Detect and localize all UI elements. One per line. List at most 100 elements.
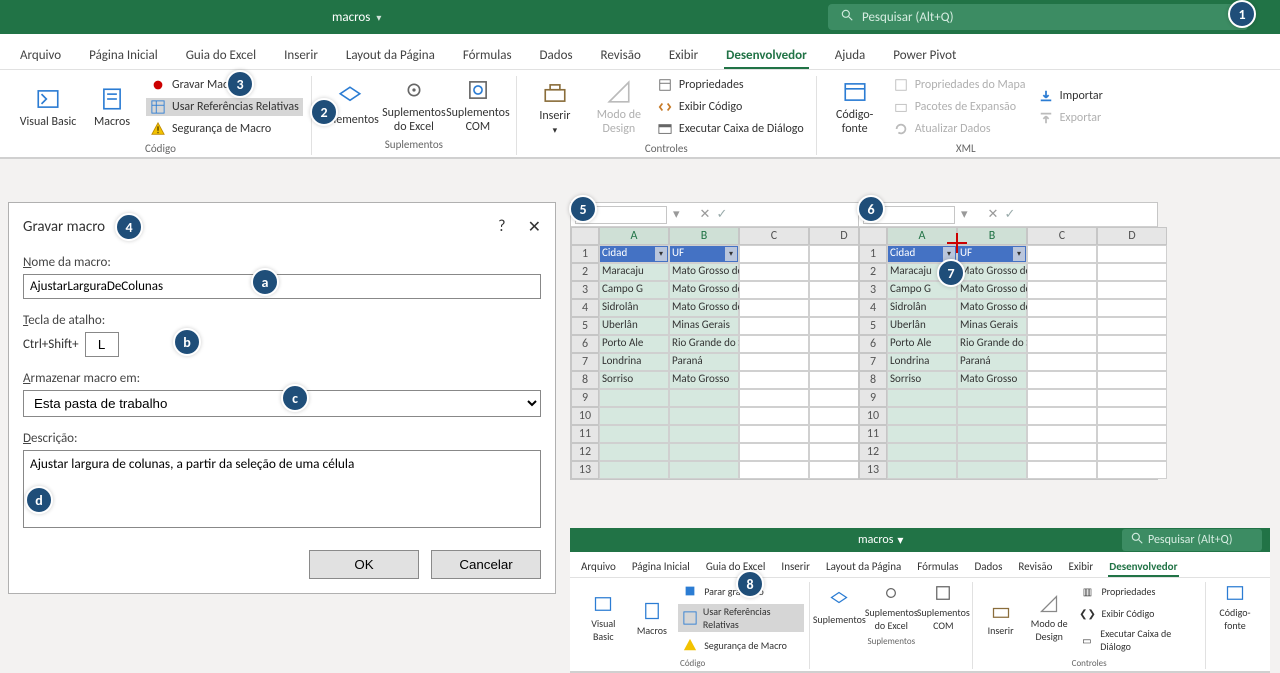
cell[interactable] (739, 371, 809, 389)
tab-formulas[interactable]: Fórmulas (461, 44, 514, 69)
mini-exibir-codigo-button[interactable]: ❮❯Exibir Código (1075, 604, 1200, 622)
row-header[interactable]: 10 (859, 407, 887, 425)
workbook-name[interactable]: macros ▾ (332, 10, 381, 25)
row-header[interactable]: 8 (859, 371, 887, 389)
codigo-fonte-button[interactable]: Código-fonte (825, 78, 885, 136)
cell[interactable]: Minas Gerais (669, 317, 739, 335)
cell[interactable] (1027, 389, 1097, 407)
row-header[interactable]: 3 (859, 281, 887, 299)
row-header[interactable]: 9 (859, 389, 887, 407)
cell[interactable] (669, 461, 739, 479)
row-header[interactable]: 1 (571, 245, 599, 263)
cell[interactable] (1027, 335, 1097, 353)
cell[interactable] (739, 461, 809, 479)
cell[interactable] (887, 425, 957, 443)
row-header[interactable]: 11 (859, 425, 887, 443)
close-button[interactable]: ✕ (528, 217, 541, 237)
cell[interactable] (1027, 371, 1097, 389)
cell[interactable]: Porto Ale (887, 335, 957, 353)
row-header[interactable]: 9 (571, 389, 599, 407)
mini-seguranca-button[interactable]: Segurança de Macro (678, 636, 804, 654)
mini-tab-layout[interactable]: Layout da Página (825, 558, 902, 577)
mini-tab-revisao[interactable]: Revisão (1017, 558, 1053, 577)
cell[interactable]: Londrina (887, 353, 957, 371)
cell[interactable]: UF▾ (669, 245, 739, 263)
cell[interactable]: Sidrolân (887, 299, 957, 317)
mini-tab-desenvolvedor[interactable]: Desenvolvedor (1108, 558, 1178, 577)
cell[interactable] (1027, 281, 1097, 299)
cell[interactable] (1097, 263, 1167, 281)
cell[interactable]: Sorriso (887, 371, 957, 389)
cell[interactable]: Uberlân (887, 317, 957, 335)
cell[interactable] (1027, 461, 1097, 479)
cell[interactable] (739, 425, 809, 443)
cell[interactable] (739, 299, 809, 317)
cell[interactable] (599, 443, 669, 461)
cell[interactable] (1097, 353, 1167, 371)
cell[interactable] (1097, 281, 1167, 299)
cell[interactable] (669, 443, 739, 461)
cell[interactable] (957, 407, 1027, 425)
mini-codigo-fonte-button[interactable]: Código-fonte (1211, 582, 1259, 632)
cell[interactable] (739, 335, 809, 353)
column-header[interactable]: A (599, 227, 669, 245)
column-header[interactable]: D (1097, 227, 1167, 245)
row-header[interactable]: 3 (571, 281, 599, 299)
row-header[interactable]: 10 (571, 407, 599, 425)
filter-dropdown-icon[interactable]: ▾ (725, 247, 737, 261)
cell[interactable]: Mato Grosso (669, 371, 739, 389)
mini-executar-button[interactable]: ▭Executar Caixa de Diálogo (1075, 626, 1200, 654)
cell[interactable] (599, 425, 669, 443)
formula-cancel-icon[interactable]: ✕ (700, 207, 711, 222)
inserir-controle-button[interactable]: Inserir ▾ (525, 79, 585, 136)
cell[interactable]: Paraná (669, 353, 739, 371)
description-input[interactable] (23, 450, 541, 528)
mini-suplementos-button[interactable]: Suplementos (815, 589, 863, 626)
column-header[interactable]: C (1027, 227, 1097, 245)
cell[interactable] (739, 281, 809, 299)
cell[interactable]: Mato Grosso do Sul (669, 281, 739, 299)
cell[interactable] (1027, 317, 1097, 335)
cell[interactable]: Campo G (599, 281, 669, 299)
cell[interactable] (1097, 245, 1167, 263)
help-button[interactable]: ? (498, 217, 505, 237)
mini-usar-referencias-button[interactable]: Usar Referências Relativas (678, 604, 804, 632)
cell[interactable] (1097, 317, 1167, 335)
tab-inserir[interactable]: Inserir (282, 44, 320, 69)
cell[interactable]: Rio Grande do Sul (957, 335, 1027, 353)
prop-mapa-button[interactable]: Propriedades do Mapa (889, 76, 1030, 94)
cell[interactable] (599, 461, 669, 479)
row-header[interactable]: 13 (571, 461, 599, 479)
cell[interactable] (739, 263, 809, 281)
row-header[interactable]: 5 (859, 317, 887, 335)
mini-tab-arquivo[interactable]: Arquivo (580, 558, 617, 577)
macro-name-input[interactable] (23, 274, 541, 299)
mini-tab-inserir[interactable]: Inserir (780, 558, 811, 577)
cell[interactable] (957, 425, 1027, 443)
mini-inserir-controle-button[interactable]: Inserir (978, 600, 1023, 637)
hotkey-input[interactable] (85, 332, 119, 357)
column-header[interactable]: B (669, 227, 739, 245)
row-header[interactable]: 11 (571, 425, 599, 443)
mini-suplementos-excel-button[interactable]: Suplementos do Excel (867, 582, 915, 632)
filter-dropdown-icon[interactable]: ▾ (1013, 247, 1025, 261)
row-header[interactable]: 6 (571, 335, 599, 353)
tab-ajuda[interactable]: Ajuda (833, 44, 868, 69)
cell[interactable] (599, 407, 669, 425)
exportar-button[interactable]: Exportar (1034, 109, 1107, 127)
cell[interactable] (1027, 263, 1097, 281)
cell[interactable] (1097, 371, 1167, 389)
row-header[interactable]: 13 (859, 461, 887, 479)
exibir-codigo-button[interactable]: Exibir Código (653, 98, 808, 116)
row-header[interactable]: 12 (859, 443, 887, 461)
formula-accept-icon[interactable]: ✓ (1004, 207, 1015, 222)
suplementos-com-button[interactable]: Suplementos COM (448, 76, 508, 134)
mini-modo-design-button[interactable]: Modo de Design (1027, 593, 1072, 643)
row-header[interactable]: 4 (859, 299, 887, 317)
cell[interactable] (887, 461, 957, 479)
cell[interactable] (1097, 335, 1167, 353)
tab-revisao[interactable]: Revisão (599, 44, 643, 69)
cell[interactable] (1027, 299, 1097, 317)
mini-search-box[interactable]: Pesquisar (Alt+Q) (1122, 529, 1262, 551)
cell[interactable] (887, 389, 957, 407)
